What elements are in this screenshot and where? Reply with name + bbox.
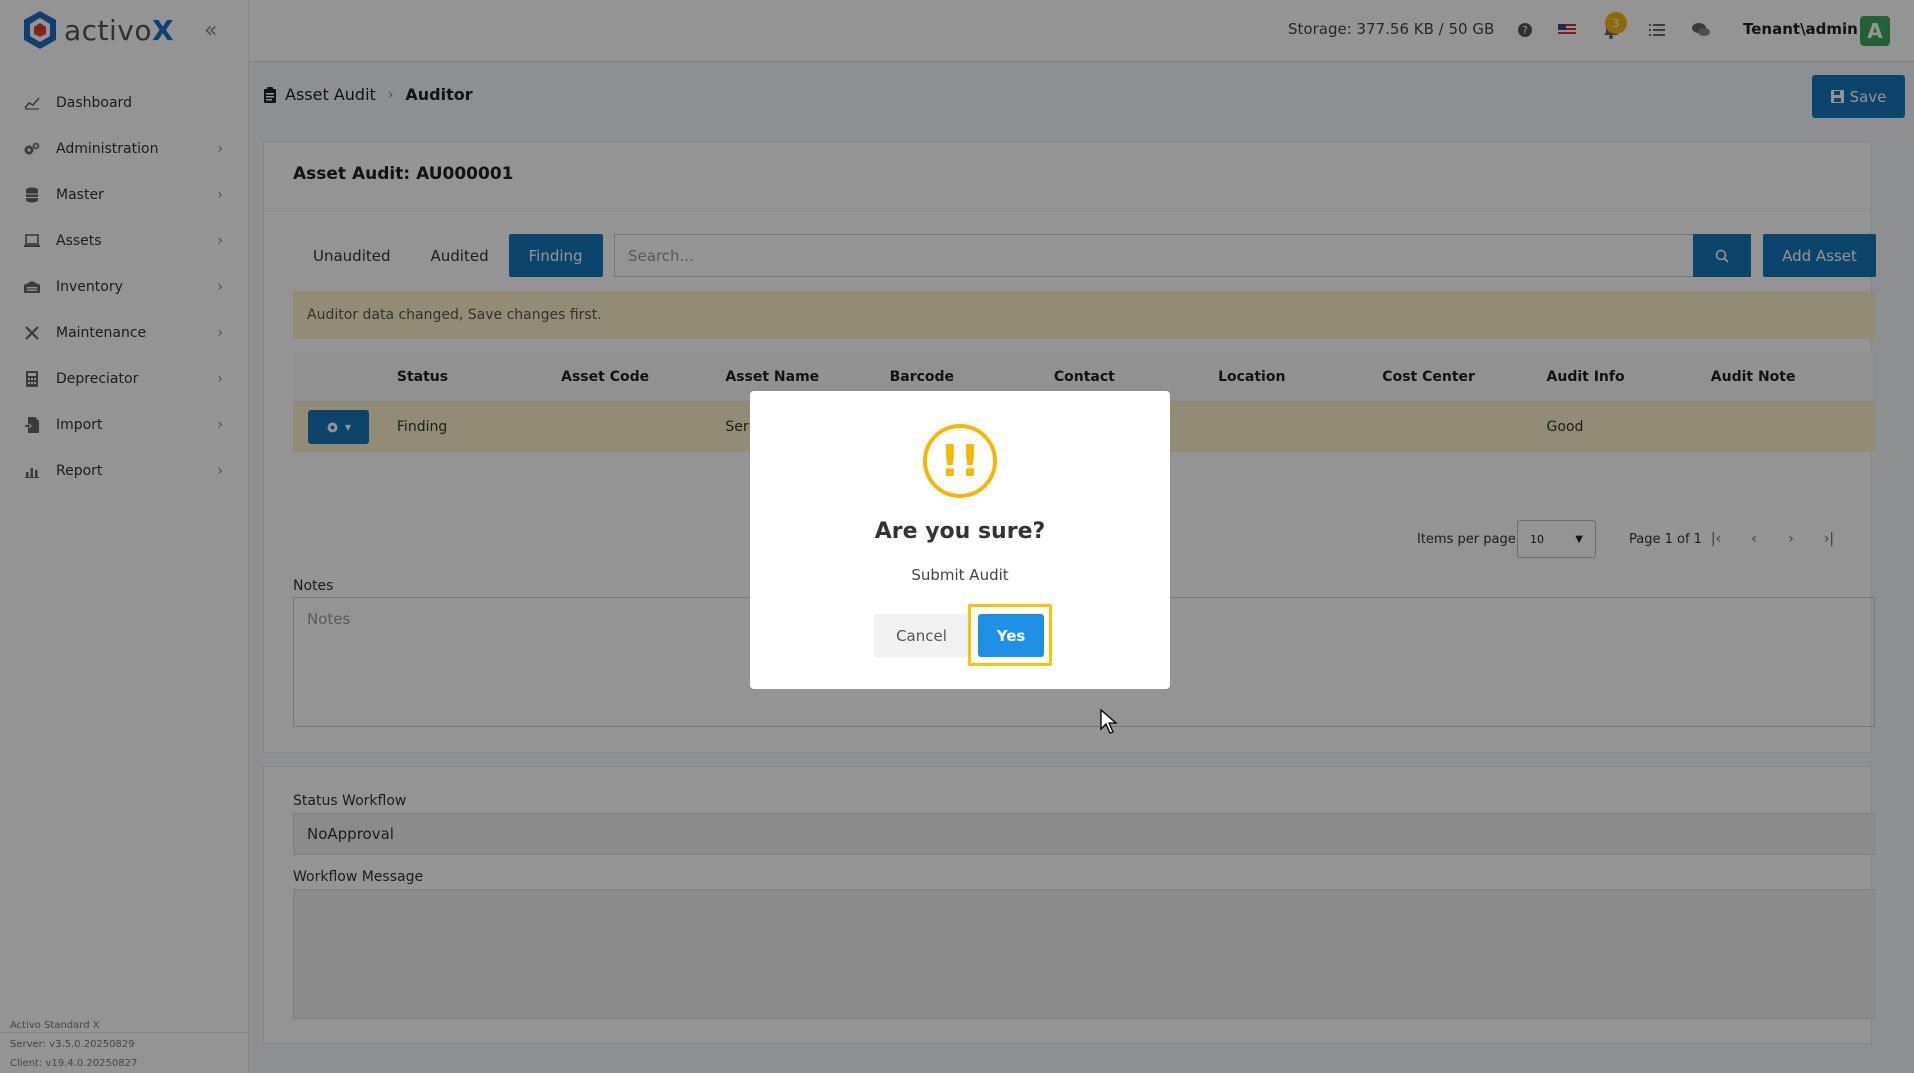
mouse-cursor-icon <box>1100 709 1118 734</box>
dialog-title: Are you sure? <box>874 519 1046 544</box>
yes-button[interactable]: Yes <box>978 614 1044 657</box>
confirm-dialog: !! Are you sure? Submit Audit Cancel Yes <box>750 391 1170 689</box>
warning-icon: !! <box>923 424 997 498</box>
dialog-text: Submit Audit <box>911 566 1009 584</box>
cancel-button[interactable]: Cancel <box>874 614 969 657</box>
